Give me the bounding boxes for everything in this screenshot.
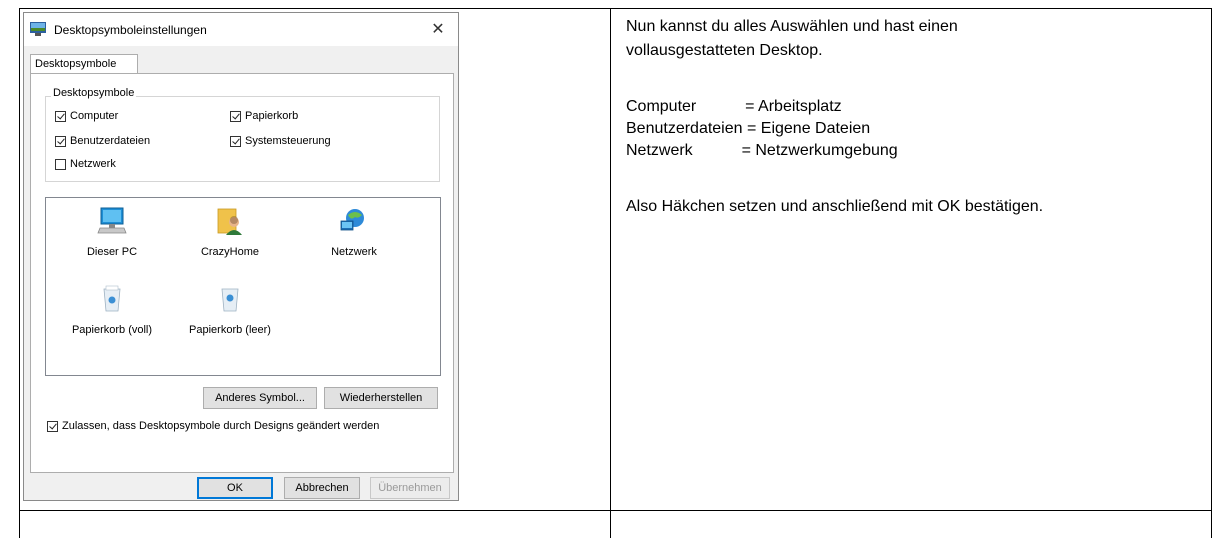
icon-item-netzwerk[interactable]: Netzwerk [304,205,404,258]
apply-button[interactable]: Übernehmen [370,477,450,499]
table-border-right [1211,8,1212,538]
checkbox-label: Zulassen, dass Desktopsymbole durch Desi… [62,420,380,432]
ok-button[interactable]: OK [197,477,273,499]
checkbox-label: Computer [70,110,119,122]
icon-label: Dieser PC [86,246,138,258]
doc-line: Netzwerk = Netzwerkumgebung [626,142,898,159]
desktop-settings-icon [30,22,46,36]
icon-label: Netzwerk [331,246,377,258]
checkbox-systemsteuerung[interactable]: Systemsteuerung [230,135,331,147]
checkbox-box[interactable] [55,110,66,122]
tab-desktop-icons[interactable]: Desktopsymbole [30,54,138,74]
close-icon: ✕ [431,21,445,38]
recycle-bin-full-icon [103,285,121,312]
doc-line: Nun kannst du alles Auswählen und hast e… [626,18,958,35]
checkbox-label: Benutzerdateien [70,135,151,147]
doc-line: Also Häkchen setzen und anschließend mit… [626,198,1044,215]
checkbox-label: Netzwerk [70,158,116,170]
checkbox-box[interactable] [55,158,66,170]
table-border-left [19,8,20,538]
icon-item-papierkorb-leer[interactable]: Papierkorb (leer) [180,283,280,336]
icon-label: Papierkorb (voll) [71,324,153,336]
checkbox-computer[interactable]: Computer [55,110,118,122]
checkbox-box[interactable] [230,110,241,122]
title-bar[interactable]: Desktopsymboleinstellungen ✕ [24,13,458,46]
checkbox-benutzerdateien[interactable]: Benutzerdateien [55,135,150,147]
recycle-bin-empty-icon [221,288,239,312]
network-icon [340,209,364,231]
user-folder-icon [217,208,242,235]
dialog-title: Desktopsymboleinstellungen [54,23,207,37]
cancel-button[interactable]: Abbrechen [284,477,360,499]
checkbox-box[interactable] [47,420,58,432]
groupbox-label: Desktopsymbole [51,87,137,99]
table-border-middle [610,8,611,538]
checkbox-netzwerk[interactable]: Netzwerk [55,158,116,170]
checkbox-box[interactable] [230,135,241,147]
checkbox-allow-themes[interactable]: Zulassen, dass Desktopsymbole durch Desi… [47,420,379,432]
icon-label: CrazyHome [200,246,260,258]
icon-item-crazyhome[interactable]: CrazyHome [180,205,280,258]
computer-icon [97,207,127,234]
doc-line: Benutzerdateien = Eigene Dateien [626,120,871,137]
doc-line: Computer = Arbeitsplatz [626,98,842,115]
checkbox-label: Systemsteuerung [245,135,331,147]
icon-item-papierkorb-voll[interactable]: Papierkorb (voll) [62,283,162,336]
close-button[interactable]: ✕ [422,17,454,43]
checkbox-papierkorb[interactable]: Papierkorb [230,110,298,122]
restore-default-button[interactable]: Wiederherstellen [324,387,438,409]
table-border-row [19,510,1212,511]
icon-item-dieser-pc[interactable]: Dieser PC [62,205,162,258]
checkbox-label: Papierkorb [245,110,299,122]
checkbox-box[interactable] [55,135,66,147]
table-border-top [19,8,1212,9]
icon-label: Papierkorb (leer) [189,324,271,336]
change-icon-button[interactable]: Anderes Symbol... [203,387,317,409]
doc-line: vollausgestatteten Desktop. [626,42,823,59]
